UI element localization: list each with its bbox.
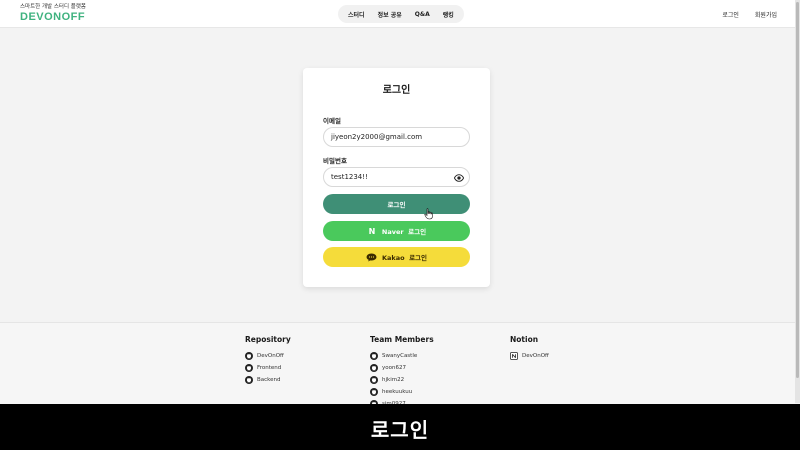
nav-qna[interactable]: Q&A: [415, 11, 430, 18]
nav-ranking[interactable]: 랭킹: [443, 10, 454, 19]
login-button[interactable]: 로그인: [323, 194, 470, 214]
kakao-login-label: Kakao 로그인: [381, 254, 428, 262]
nav-info-share[interactable]: 정보 공유: [378, 10, 402, 19]
footer-member-link[interactable]: hjkim22: [370, 374, 434, 386]
login-card: 로그인 이메일 jiyeon2y2000@gmail.com 비밀번호 test…: [303, 68, 490, 287]
header-login-link[interactable]: 로그인: [722, 10, 739, 19]
scrollbar-thumb[interactable]: [796, 2, 799, 378]
logo-tagline: 스마트한 개발 스터디 플랫폼: [20, 4, 86, 10]
email-label: 이메일: [323, 117, 341, 125]
footer-repository-title: Repository: [245, 335, 291, 344]
footer-repo-link-label: Backend: [257, 377, 281, 383]
password-input[interactable]: test1234!!: [323, 167, 470, 187]
github-icon: [370, 364, 378, 372]
github-icon: [370, 352, 378, 360]
footer-repo-link-label: DevOnOff: [257, 353, 284, 359]
hand-cursor-icon: [424, 208, 433, 220]
github-icon: [245, 364, 253, 372]
naver-login-label: Naver 로그인: [381, 228, 427, 236]
video-caption: 로그인: [370, 418, 430, 442]
footer-notion-link[interactable]: DevOnOff: [510, 350, 549, 362]
email-input[interactable]: jiyeon2y2000@gmail.com: [323, 127, 470, 147]
naver-login-button[interactable]: N Naver 로그인: [323, 221, 470, 241]
github-icon: [245, 376, 253, 384]
main-nav: 스터디 정보 공유 Q&A 랭킹: [338, 5, 464, 23]
footer-member-link-label: heekuukuu: [382, 389, 413, 395]
logo-brand: DEVONOFF: [20, 11, 86, 23]
logo[interactable]: 스마트한 개발 스터디 플랫폼 DEVONOFF: [20, 4, 86, 23]
footer-repo-link-label: Frontend: [257, 365, 282, 371]
login-title: 로그인: [382, 85, 411, 96]
kakao-login-button[interactable]: Kakao 로그인: [323, 247, 470, 267]
footer-member-link-label: SwanyCastle: [382, 353, 418, 359]
nav-study[interactable]: 스터디: [348, 10, 365, 19]
password-input-value: test1234!!: [331, 173, 368, 181]
auth-links: 로그인 회원가입: [722, 10, 777, 19]
github-icon: [245, 352, 253, 360]
password-label: 비밀번호: [323, 157, 347, 165]
footer-member-link[interactable]: yoon627: [370, 362, 434, 374]
naver-icon: N: [368, 226, 376, 236]
login-button-label: 로그인: [387, 201, 406, 209]
footer-member-link[interactable]: heekuukuu: [370, 386, 434, 398]
footer-member-link-label: hjkim22: [382, 377, 405, 383]
footer-notion-title: Notion: [510, 335, 539, 344]
footer-team-title: Team Members: [370, 335, 434, 344]
footer-repo-link[interactable]: Backend: [245, 374, 291, 386]
site-footer: Repository DevOnOff Frontend Backend Tea…: [0, 322, 795, 408]
footer-team-members: Team Members SwanyCastle yoon627 hjkim22…: [370, 335, 434, 410]
footer-notion: Notion DevOnOff: [510, 335, 549, 362]
footer-notion-link-label: DevOnOff: [522, 353, 549, 359]
header-signup-link[interactable]: 회원가입: [755, 10, 777, 19]
eye-icon[interactable]: [454, 173, 464, 183]
notion-icon: [510, 352, 518, 360]
footer-member-link[interactable]: SwanyCastle: [370, 350, 434, 362]
footer-repository: Repository DevOnOff Frontend Backend: [245, 335, 291, 386]
footer-repo-link[interactable]: DevOnOff: [245, 350, 291, 362]
footer-member-link-label: yoon627: [382, 365, 406, 371]
chat-bubble-icon: [366, 253, 377, 261]
site-header: 스마트한 개발 스터디 플랫폼 DEVONOFF 스터디 정보 공유 Q&A 랭…: [0, 0, 795, 28]
email-input-value: jiyeon2y2000@gmail.com: [331, 133, 423, 141]
github-icon: [370, 388, 378, 396]
github-icon: [370, 376, 378, 384]
footer-repo-link[interactable]: Frontend: [245, 362, 291, 374]
